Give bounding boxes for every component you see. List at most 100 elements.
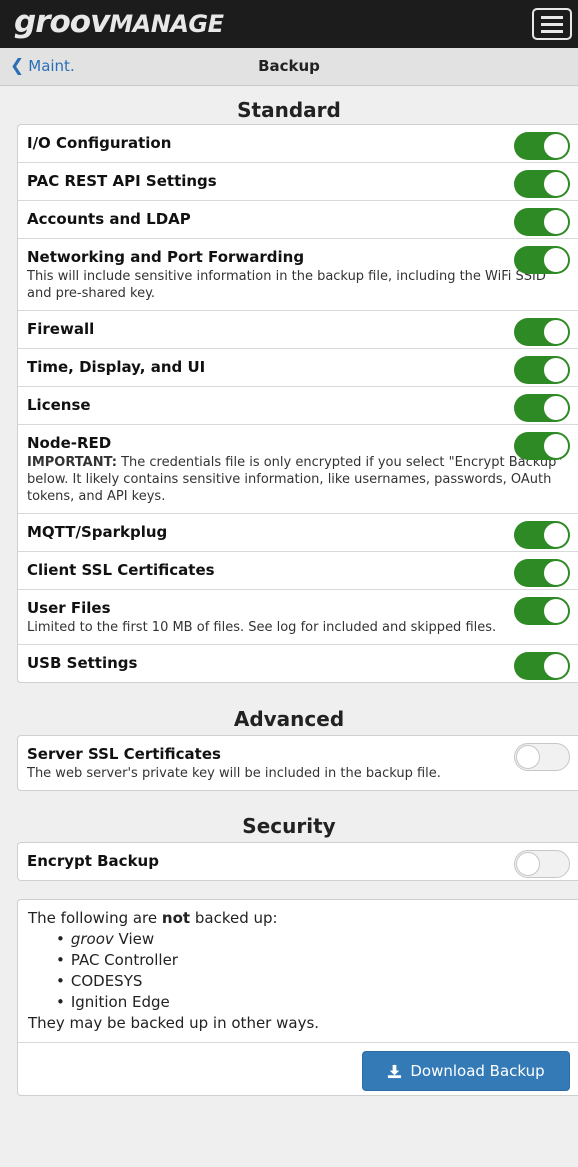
item-text: CODESYS: [70, 972, 143, 990]
not-backed-up-item: groov View: [56, 929, 568, 950]
toggle-networking-and-port-forwarding[interactable]: [514, 246, 570, 274]
not-backed-up-item: CODESYS: [56, 971, 568, 992]
notes-intro-bold: not: [161, 909, 191, 927]
toggle-user-files[interactable]: [514, 597, 570, 625]
setting-row-server-ssl-certificates: Server SSL Certificates The web server's …: [18, 736, 578, 790]
setting-label: Server SSL Certificates: [27, 745, 221, 763]
standard-panel: I/O Configuration PAC REST API Settings Ac…: [17, 124, 578, 683]
setting-row-firewall: Firewall: [18, 310, 578, 348]
notes-intro-pre: The following are: [28, 909, 158, 927]
setting-label: MQTT/Sparkplug: [27, 523, 168, 541]
section-title-security: Security: [242, 814, 336, 838]
toggle-i-o-configuration[interactable]: [514, 132, 570, 160]
download-icon: [388, 1064, 402, 1078]
notes-outro: They may be backed up in other ways.: [28, 1014, 320, 1032]
setting-row-node-red: Node-RED IMPORTANT: The credentials file …: [18, 424, 578, 513]
toggle-knob: [544, 134, 568, 158]
setting-description-text: The web server's private key will be inc…: [27, 766, 441, 781]
setting-row-license: License: [18, 386, 578, 424]
toggle-usb-settings[interactable]: [514, 652, 570, 680]
nav-bar: ❮ Maint. Backup: [0, 48, 578, 86]
not-backed-up-notes: The following are not backed up: groov V…: [17, 899, 578, 1096]
setting-label: User Files: [27, 599, 111, 617]
logo-groov-text: groov: [14, 4, 110, 40]
toggle-node-red[interactable]: [514, 432, 570, 460]
toggle-knob: [544, 320, 568, 344]
setting-label: License: [27, 396, 91, 414]
toggle-knob: [544, 561, 568, 585]
section-title-standard: Standard: [237, 98, 341, 122]
toggle-knob: [544, 172, 568, 196]
hamburger-menu-icon: [541, 15, 563, 19]
toggle-mqtt-sparkplug[interactable]: [514, 521, 570, 549]
item-italic-text: groov: [70, 930, 114, 948]
setting-label: Firewall: [27, 320, 95, 338]
setting-row-time-display-and-ui: Time, Display, and UI: [18, 348, 578, 386]
toggle-encrypt-backup[interactable]: [514, 850, 570, 878]
top-bar: groovMANAGE: [0, 0, 578, 48]
item-text: Ignition Edge: [70, 993, 170, 1011]
toggle-knob: [516, 852, 540, 876]
toggle-firewall[interactable]: [514, 318, 570, 346]
security-panel: Encrypt Backup: [17, 842, 578, 881]
toggle-knob: [544, 434, 568, 458]
toggle-knob: [544, 654, 568, 678]
setting-description-text: Limited to the first 10 MB of files. See…: [27, 620, 497, 635]
toggle-pac-rest-api-settings[interactable]: [514, 170, 570, 198]
setting-label: Encrypt Backup: [27, 852, 159, 870]
notes-intro: The following are not backed up:: [28, 908, 568, 929]
setting-row-mqtt-sparkplug: MQTT/Sparkplug: [18, 513, 578, 551]
toggle-time-display-and-ui[interactable]: [514, 356, 570, 384]
setting-label: Client SSL Certificates: [27, 561, 215, 579]
toggle-knob: [544, 248, 568, 272]
setting-label: Time, Display, and UI: [27, 358, 206, 376]
setting-row-pac-rest-api-settings: PAC REST API Settings: [18, 162, 578, 200]
hamburger-line: [541, 22, 563, 26]
download-backup-button[interactable]: Download Backup: [362, 1051, 570, 1091]
setting-label: PAC REST API Settings: [27, 172, 217, 190]
groov-manage-logo: groovMANAGE: [14, 4, 224, 40]
hamburger-menu-button[interactable]: [532, 8, 572, 40]
setting-row-client-ssl-certificates: Client SSL Certificates: [18, 551, 578, 589]
setting-description: The web server's private key will be inc…: [27, 765, 570, 782]
setting-row-accounts-and-ldap: Accounts and LDAP: [18, 200, 578, 238]
toggle-knob: [544, 396, 568, 420]
toggle-accounts-and-ldap[interactable]: [514, 208, 570, 236]
item-text: PAC Controller: [70, 951, 178, 969]
setting-row-networking-and-port-forwarding: Networking and Port Forwarding This will …: [18, 238, 578, 310]
setting-description-important: IMPORTANT:: [27, 455, 117, 470]
setting-row-usb-settings: USB Settings: [18, 644, 578, 682]
toggle-knob: [544, 599, 568, 623]
setting-label: Networking and Port Forwarding: [27, 248, 305, 266]
not-backed-up-list: groov ViewPAC ControllerCODESYSIgnition …: [56, 929, 568, 1013]
not-backed-up-item: Ignition Edge: [56, 992, 568, 1013]
setting-description: This will include sensitive information …: [27, 268, 570, 302]
notes-body: The following are not backed up: groov V…: [18, 900, 578, 1043]
logo-manage-text: MANAGE: [109, 10, 224, 38]
toggle-knob: [544, 358, 568, 382]
toggle-knob: [544, 523, 568, 547]
notes-intro-post: backed up:: [194, 909, 278, 927]
toggle-server-ssl-certificates[interactable]: [514, 743, 570, 771]
setting-label: Accounts and LDAP: [27, 210, 191, 228]
download-backup-label: Download Backup: [410, 1062, 545, 1080]
toggle-knob: [516, 745, 540, 769]
toggle-license[interactable]: [514, 394, 570, 422]
section-title-advanced: Advanced: [233, 707, 345, 731]
item-text: View: [113, 930, 155, 948]
setting-description: Limited to the first 10 MB of files. See…: [27, 619, 570, 636]
setting-row-user-files: User Files Limited to the first 10 MB of …: [18, 589, 578, 644]
setting-label: I/O Configuration: [27, 134, 172, 152]
setting-description-text: This will include sensitive information …: [27, 269, 546, 301]
toggle-knob: [544, 210, 568, 234]
setting-row-encrypt-backup: Encrypt Backup: [18, 843, 578, 880]
setting-label: USB Settings: [27, 654, 138, 672]
notes-footer: Download Backup: [18, 1043, 578, 1095]
page-title: Backup: [258, 57, 320, 75]
toggle-client-ssl-certificates[interactable]: [514, 559, 570, 587]
setting-row-i-o-configuration: I/O Configuration: [18, 125, 578, 162]
setting-description: IMPORTANT: The credentials file is only …: [27, 454, 570, 505]
not-backed-up-item: PAC Controller: [56, 950, 568, 971]
hamburger-line: [541, 29, 563, 33]
setting-label: Node-RED: [27, 434, 112, 452]
